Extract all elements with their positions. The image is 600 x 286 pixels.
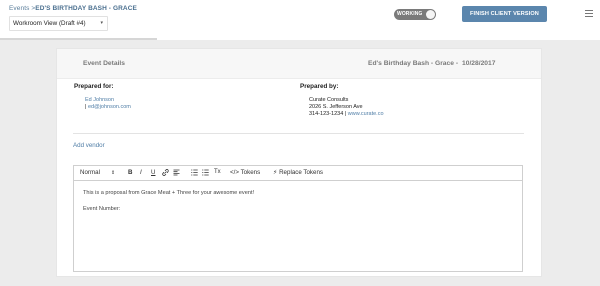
bold-button[interactable]: B [128, 169, 132, 176]
editor-text-line[interactable]: Event Number: [83, 206, 120, 212]
card-header: Event Details Ed's Birthday Bash - Grace… [57, 49, 541, 79]
editor-toolbar: Normal ⇕ B I U Tx </> Tokens ⚡ Replace To… [74, 166, 522, 181]
tokens-button[interactable]: </> Tokens [230, 169, 260, 176]
company-website-link[interactable]: www.curate.co [348, 111, 384, 117]
lightning-icon: ⚡ [273, 169, 278, 176]
event-name: Ed's Birthday Bash - Grace - [368, 60, 459, 67]
chevron-down-icon: ▾ [100, 20, 103, 26]
prepared-by-label: Prepared by: [300, 83, 339, 90]
status-toggle-label: WORKING [397, 11, 423, 17]
client-name-link[interactable]: Ed Johnson [85, 97, 114, 103]
view-select-dropdown[interactable]: Workroom View (Draft #4) ▾ [9, 16, 108, 31]
tokens-label: Tokens [240, 169, 261, 176]
ordered-list-icon[interactable] [191, 169, 198, 178]
replace-tokens-button[interactable]: ⚡ Replace Tokens [273, 169, 323, 176]
hamburger-menu-icon[interactable] [585, 10, 593, 17]
working-status-toggle[interactable]: WORKING [394, 9, 436, 20]
client-email-line: | ed@johnson.com [85, 104, 131, 110]
event-details-card: Event Details Ed's Birthday Bash - Grace… [56, 48, 542, 277]
format-select-value: Normal [80, 169, 100, 176]
company-address: 2026 S. Jefferson Ave [309, 104, 363, 110]
section-divider [73, 133, 524, 134]
event-date: 10/28/2017 [462, 60, 496, 67]
toggle-knob [426, 10, 435, 19]
breadcrumb: Events >ED'S BIRTHDAY BASH - GRACE [9, 5, 137, 12]
rich-text-editor: Normal ⇕ B I U Tx </> Tokens ⚡ Replace To… [73, 165, 523, 272]
active-tab-underline [0, 38, 157, 40]
company-phone: 314-123-1234 | [309, 111, 348, 117]
company-contact-line: 314-123-1234 | www.curate.co [309, 111, 384, 117]
underline-button[interactable]: U [151, 169, 155, 176]
format-select-caret-icon: ⇕ [110, 170, 116, 176]
code-icon: </> [230, 169, 239, 176]
breadcrumb-current-event: ED'S BIRTHDAY BASH - GRACE [35, 5, 137, 12]
prepared-for-label: Prepared for: [74, 83, 114, 90]
add-vendor-link[interactable]: Add vendor [73, 142, 105, 149]
format-select[interactable]: Normal ⇕ [80, 169, 115, 176]
replace-tokens-label: Replace Tokens [279, 169, 324, 176]
italic-button[interactable]: I [140, 169, 142, 176]
top-bar: Events >ED'S BIRTHDAY BASH - GRACE Workr… [0, 0, 600, 40]
clear-format-button[interactable]: Tx [214, 169, 221, 175]
breadcrumb-events-link[interactable]: Events [9, 5, 29, 12]
align-icon[interactable] [173, 169, 180, 178]
link-icon[interactable] [162, 169, 169, 178]
finish-client-version-button[interactable]: FINISH CLIENT VERSION [462, 6, 547, 22]
editor-text-line[interactable]: This is a proposal from Grace Meat + Thr… [83, 190, 254, 196]
client-email-link[interactable]: ed@johnson.com [88, 104, 131, 110]
company-name: Curate Consults [309, 97, 349, 103]
view-select-value: Workroom View (Draft #4) [13, 20, 86, 27]
bullet-list-icon[interactable] [202, 169, 209, 178]
card-title: Event Details [83, 60, 125, 67]
